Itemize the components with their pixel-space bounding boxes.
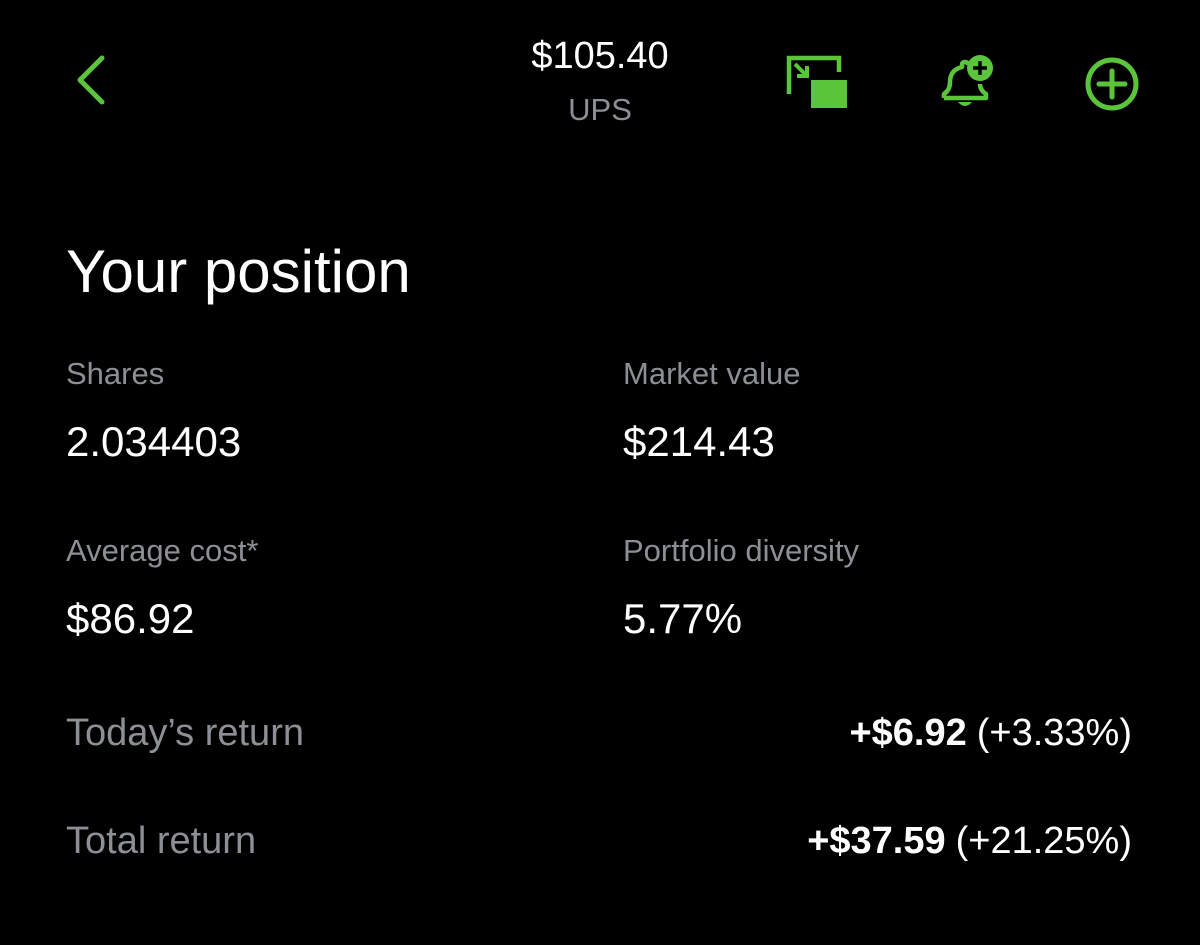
- back-button[interactable]: [60, 48, 120, 112]
- stock-price: $105.40: [531, 35, 669, 77]
- add-to-list-button[interactable]: [1076, 48, 1148, 120]
- todays-return-row: Today’s return +$6.92 (+3.33%): [66, 708, 1132, 758]
- total-return-row: Total return +$37.59 (+21.25%): [66, 816, 1132, 866]
- market-value-stat: Market value $214.43: [623, 354, 1103, 470]
- todays-return-amount: +$6.92: [849, 711, 967, 754]
- top-bar: $105.40 UPS: [0, 0, 1200, 160]
- average-cost-stat[interactable]: Average cost* $86.92: [66, 531, 546, 647]
- picture-in-picture-button[interactable]: [782, 48, 854, 120]
- portfolio-diversity-label: Portfolio diversity: [623, 533, 860, 568]
- add-circle-icon: [1085, 57, 1139, 111]
- average-cost-label: Average cost*: [66, 533, 259, 568]
- stock-title-block: $105.40 UPS: [400, 30, 800, 130]
- total-return-percent: (+21.25%): [955, 819, 1132, 862]
- total-return-label: Total return: [66, 819, 257, 862]
- add-alert-button[interactable]: [930, 48, 1002, 120]
- market-value-label: Market value: [623, 356, 801, 391]
- shares-stat: Shares 2.034403: [66, 354, 546, 470]
- shares-label: Shares: [66, 356, 165, 391]
- add-alert-bell-icon: [941, 55, 993, 106]
- average-cost-value: $86.92: [66, 595, 195, 642]
- shares-value: 2.034403: [66, 418, 242, 465]
- todays-return-percent: (+3.33%): [976, 711, 1132, 754]
- stock-symbol: UPS: [568, 92, 632, 127]
- back-chevron-icon: [77, 55, 105, 105]
- total-return-value: +$37.59 (+21.25%): [807, 820, 1132, 863]
- todays-return-label: Today’s return: [66, 711, 304, 754]
- picture-in-picture-icon: [786, 55, 847, 108]
- todays-return-value: +$6.92 (+3.33%): [849, 712, 1132, 755]
- portfolio-diversity-stat[interactable]: Portfolio diversity 5.77%: [623, 531, 1103, 647]
- total-return-amount: +$37.59: [807, 819, 946, 862]
- market-value-value: $214.43: [623, 418, 775, 465]
- section-title: Your position: [66, 238, 411, 305]
- portfolio-diversity-value: 5.77%: [623, 595, 743, 642]
